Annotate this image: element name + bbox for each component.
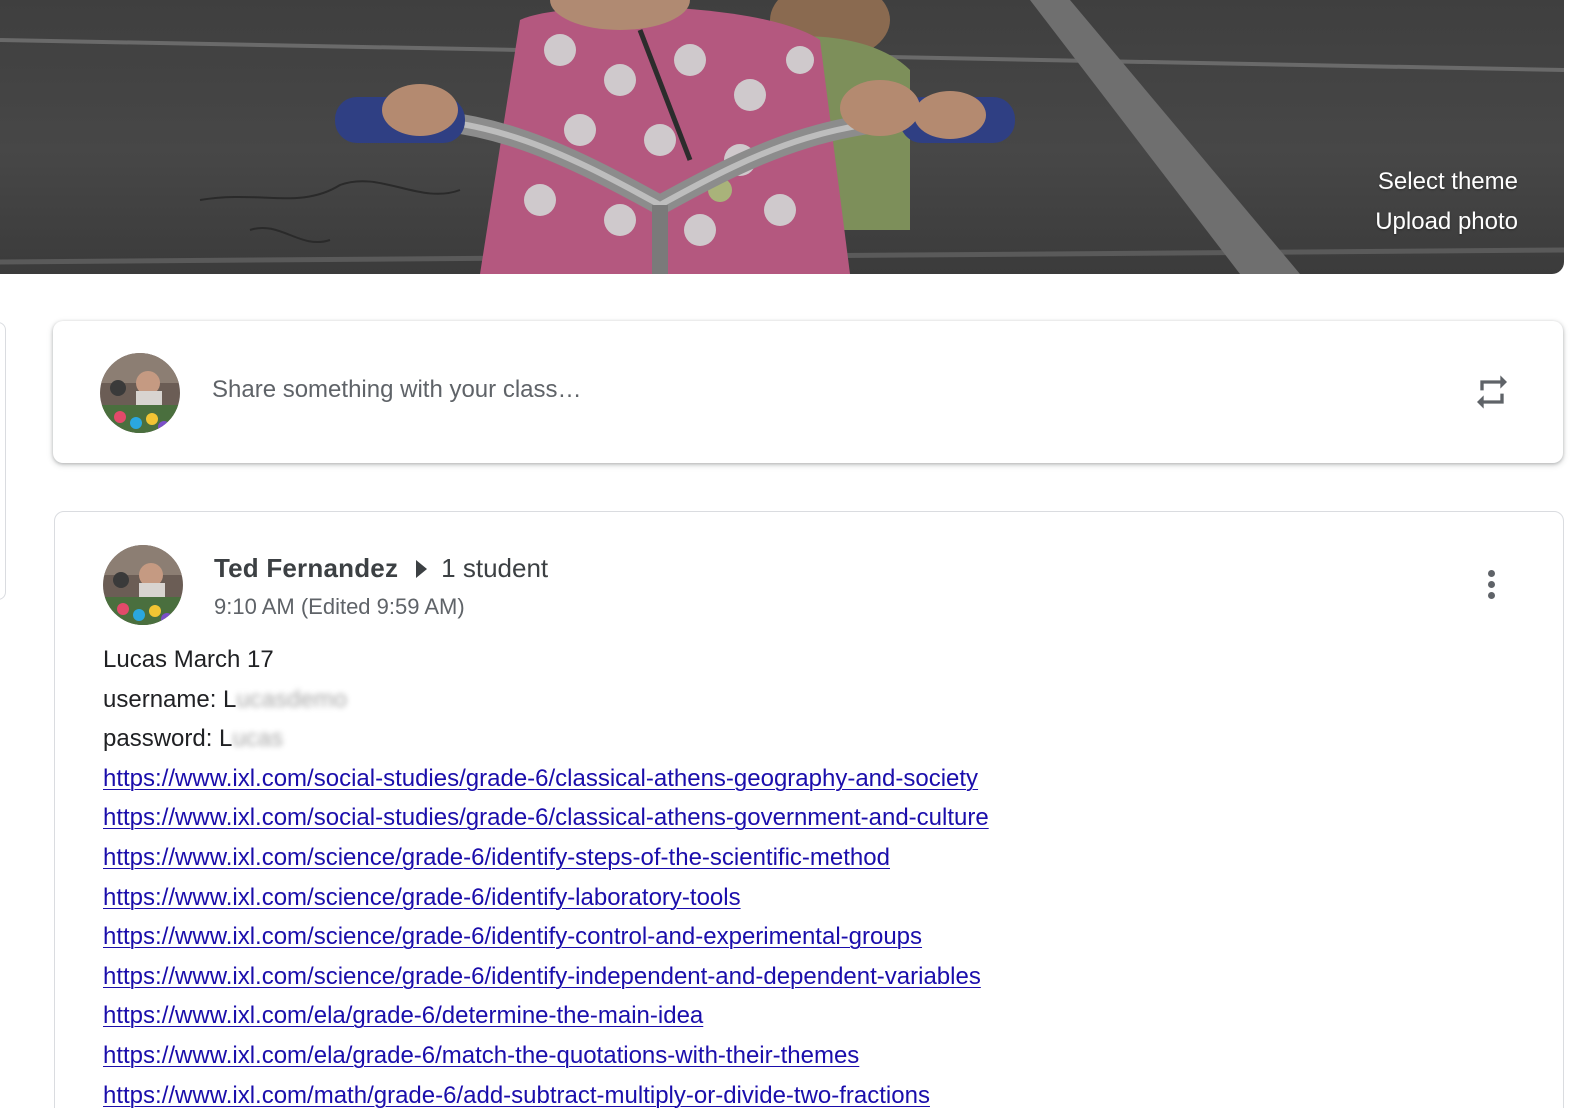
post-timestamp: 9:10 AM (Edited 9:59 AM): [214, 594, 465, 619]
post-title-line: Lucas March 17: [103, 646, 274, 673]
share-box[interactable]: Share something with your class…: [53, 321, 1563, 463]
arrow-right-icon: [416, 559, 428, 578]
username-line: username: Lucasdemo: [103, 680, 989, 720]
select-theme-link[interactable]: Select theme: [1378, 168, 1518, 196]
post-body: Lucas March 17 username: Lucasdemo passw…: [103, 640, 989, 1108]
repost-icon: [1477, 375, 1507, 409]
link-item[interactable]: https://www.ixl.com/math/grade-6/add-sub…: [103, 1082, 930, 1108]
upcoming-card-edge: [0, 322, 6, 600]
link-item[interactable]: https://www.ixl.com/social-studies/grade…: [103, 804, 989, 831]
announcement-post: Ted Fernandez 1 student 9:10 AM (Edited …: [54, 511, 1564, 1108]
password-redacted: ucas: [232, 725, 284, 753]
post-header: Ted Fernandez 1 student: [214, 553, 548, 584]
share-input[interactable]: Share something with your class…: [212, 376, 582, 404]
author-avatar: [103, 545, 183, 625]
audience-label[interactable]: 1 student: [441, 553, 548, 584]
link-item[interactable]: https://www.ixl.com/science/grade-6/iden…: [103, 923, 922, 950]
repost-button[interactable]: [1467, 367, 1517, 417]
banner-photo: [0, 0, 1564, 274]
link-item[interactable]: https://www.ixl.com/ela/grade-6/determin…: [103, 1002, 703, 1029]
link-item[interactable]: https://www.ixl.com/science/grade-6/iden…: [103, 844, 890, 871]
more-vert-icon: [1487, 569, 1495, 577]
class-banner: Select theme Upload photo: [0, 0, 1564, 274]
user-avatar: [100, 353, 180, 433]
link-item[interactable]: https://www.ixl.com/social-studies/grade…: [103, 765, 978, 792]
username-redacted: ucasdemo: [236, 685, 348, 713]
classroom-stream-page: Select theme Upload photo Share somethin…: [0, 0, 1586, 1108]
author-name[interactable]: Ted Fernandez: [214, 553, 398, 584]
username-label: username: L: [103, 685, 237, 713]
link-item[interactable]: https://www.ixl.com/ela/grade-6/match-th…: [103, 1042, 859, 1069]
more-options-button[interactable]: [1469, 560, 1513, 608]
link-item[interactable]: https://www.ixl.com/science/grade-6/iden…: [103, 963, 981, 990]
upload-photo-link[interactable]: Upload photo: [1375, 208, 1518, 236]
password-line: password: Lucas: [103, 719, 989, 759]
password-label: password: L: [103, 725, 233, 753]
link-item[interactable]: https://www.ixl.com/science/grade-6/iden…: [103, 884, 741, 911]
